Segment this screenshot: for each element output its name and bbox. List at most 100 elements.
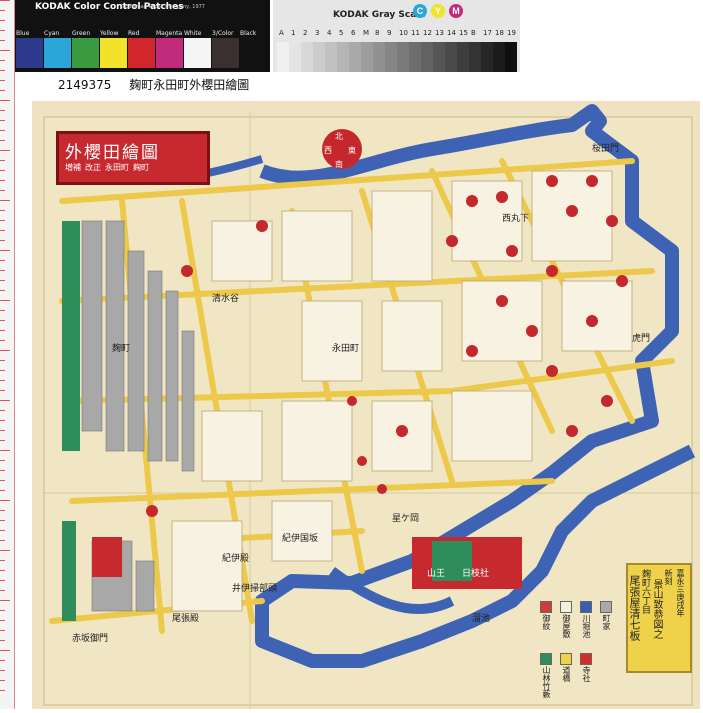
ruler-tick: [0, 110, 5, 111]
color-patch: [44, 38, 71, 68]
ruler-tick: [0, 350, 10, 351]
legend-swatch: [580, 601, 592, 613]
ruler-tick: [0, 510, 5, 511]
ruler-tick: [0, 40, 5, 41]
ruler-tick: [0, 90, 5, 91]
gray-step: [481, 42, 493, 72]
ruler-tick: [0, 410, 5, 411]
compass-north: 北: [335, 132, 343, 141]
gray-step: [409, 42, 421, 72]
ruler-tick: [0, 340, 5, 341]
ruler-tick: [0, 280, 5, 281]
ruler-tick: [0, 200, 10, 201]
ruler-tick: [0, 100, 10, 101]
gray-step: [505, 42, 517, 72]
legend-swatch: [600, 601, 612, 613]
publisher-line: 新刻: [664, 569, 673, 585]
place-label: 清水谷: [212, 292, 239, 304]
compass-west: 西: [324, 146, 332, 155]
gray-step-label: 14: [447, 29, 456, 37]
ruler-tick: [0, 140, 5, 141]
ruler-tick: [0, 470, 5, 471]
publisher-name: 尾張屋清七板: [628, 575, 641, 641]
color-patch-label: Cyan: [44, 30, 60, 37]
ruler-tick: [0, 390, 5, 391]
measurement-ruler: [0, 0, 15, 709]
gray-step-label: 5: [339, 29, 344, 37]
ruler-tick: [0, 0, 10, 1]
kodak-color-copyright: ©Eastman Kodak Company, 1977: [120, 4, 205, 10]
gray-step-label: 2: [303, 29, 308, 37]
place-label: 麹町: [112, 342, 130, 354]
ruler-tick: [0, 430, 5, 431]
ruler-tick: [0, 530, 5, 531]
gray-step: [277, 42, 289, 72]
color-patch: [156, 38, 183, 68]
cmy-dot: M: [449, 4, 463, 18]
kodak-gray-title: KODAK Gray Scale: [333, 10, 426, 20]
color-patch-label: Red: [128, 30, 140, 37]
place-label: 紀伊国坂: [282, 532, 318, 544]
ruler-tick: [0, 320, 5, 321]
gray-step-label: 11: [411, 29, 420, 37]
ruler-tick: [0, 130, 5, 131]
ruler-tick: [0, 550, 10, 551]
legend-swatch: [580, 653, 592, 665]
ruler-tick: [0, 560, 5, 561]
ruler-tick: [0, 240, 5, 241]
ruler-tick: [0, 660, 5, 661]
gray-step-label: 19: [507, 29, 516, 37]
ruler-tick: [0, 540, 5, 541]
place-label: 日枝社: [462, 567, 489, 579]
ruler-tick: [0, 370, 5, 371]
ruler-tick: [0, 450, 10, 451]
ruler-tick: [0, 460, 5, 461]
ruler-tick: [0, 680, 5, 681]
color-patch: [72, 38, 99, 68]
ruler-tick: [0, 570, 5, 571]
ruler-tick: [0, 270, 5, 271]
map-legend: 御紋 御屋敷 川堀池 町家 山林竹藪 道橋 寺社: [540, 601, 622, 705]
gray-step: [301, 42, 313, 72]
legend-label: 町家: [602, 614, 611, 630]
color-patch-label: Green: [72, 30, 91, 37]
legend-swatch: [540, 653, 552, 665]
gray-step-label: 4: [327, 29, 332, 37]
ruler-tick: [0, 50, 10, 51]
gray-step: [433, 42, 445, 72]
gray-step: [445, 42, 457, 72]
ruler-tick: [0, 170, 5, 171]
ruler-tick: [0, 160, 5, 161]
ruler-tick: [0, 630, 5, 631]
place-label: 虎門: [632, 332, 650, 344]
cmy-dot: Y: [431, 4, 445, 18]
cartouche-sub: 麹町: [133, 163, 149, 172]
ruler-tick: [0, 290, 5, 291]
legend-label: 御紋: [542, 614, 551, 630]
place-label: 山王: [427, 568, 445, 579]
legend-label: 道橋: [562, 666, 571, 682]
gray-step: [373, 42, 385, 72]
legend-label: 御屋敷: [562, 614, 571, 638]
cartouche-sub: 改正: [85, 163, 101, 172]
ruler-tick: [0, 420, 5, 421]
ruler-tick: [0, 500, 10, 501]
document-title: 麹町永田町外櫻田繪圖: [129, 78, 250, 92]
legend-label: 山林竹藪: [542, 666, 551, 698]
gray-step-label: B: [471, 29, 476, 37]
gray-step-label: 9: [387, 29, 392, 37]
gray-step-label: 17: [483, 29, 492, 37]
publisher-cartouche: 嘉永三庚戌年 新刻 景山致恭図之 麹町六丁目 尾張屋清七板: [626, 563, 692, 673]
cartouche-title: 外櫻田繪圖: [65, 143, 160, 163]
gray-step: [349, 42, 361, 72]
cartouche-subtitle: 増補 改正 永田町 麹町: [65, 162, 149, 173]
gray-step: [493, 42, 505, 72]
gray-step: [385, 42, 397, 72]
cartouche-sub: 永田町: [105, 163, 129, 172]
ruler-tick: [0, 480, 5, 481]
color-patch: [212, 38, 239, 68]
ruler-tick: [0, 20, 5, 21]
ruler-tick: [0, 400, 10, 401]
ruler-tick: [0, 230, 5, 231]
color-patch-label: Black: [240, 30, 257, 37]
